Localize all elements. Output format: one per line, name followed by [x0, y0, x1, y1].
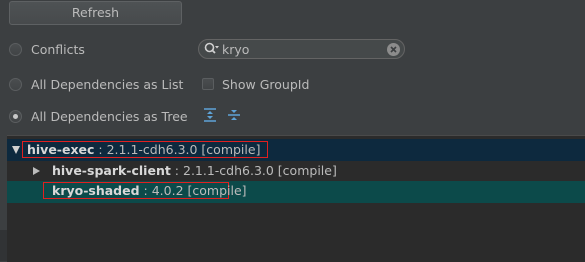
node-version: : 4.0.2 [compile]	[139, 183, 247, 198]
tree-option[interactable]: All Dependencies as Tree	[9, 106, 188, 126]
expand-all-icon[interactable]	[203, 108, 217, 122]
list-radio[interactable]	[9, 77, 22, 91]
collapse-all-icon[interactable]	[227, 108, 241, 122]
node-version: : 2.1.1-cdh6.3.0 [compile]	[94, 142, 261, 157]
tree-radio[interactable]	[9, 109, 22, 123]
tree-label: All Dependencies as Tree	[31, 108, 188, 124]
list-option[interactable]: All Dependencies as List	[9, 74, 183, 94]
show-groupid-label: Show GroupId	[222, 76, 310, 92]
search-input[interactable]: kryo	[222, 42, 387, 57]
show-groupid-checkbox[interactable]	[202, 78, 214, 90]
show-groupid-option[interactable]: Show GroupId	[202, 74, 309, 94]
tree-node-kryo-shaded[interactable]: kryo-shaded : 4.0.2 [compile]	[7, 181, 585, 203]
clear-search-icon[interactable]	[387, 42, 400, 56]
conflicts-radio[interactable]	[9, 42, 22, 56]
list-label: All Dependencies as List	[31, 76, 184, 92]
search-icon[interactable]	[204, 42, 220, 56]
refresh-button[interactable]: Refresh	[9, 1, 182, 25]
node-name: kryo-shaded	[52, 183, 140, 198]
conflicts-option[interactable]: Conflicts	[9, 39, 85, 59]
search-field[interactable]: kryo	[198, 39, 405, 59]
node-name: hive-exec	[27, 142, 95, 157]
collapsed-arrow-icon[interactable]	[33, 167, 40, 175]
node-version: : 2.1.1-cdh6.3.0 [compile]	[170, 163, 337, 178]
tree-node-hive-spark-client[interactable]: hive-spark-client : 2.1.1-cdh6.3.0 [comp…	[7, 160, 585, 182]
conflicts-label: Conflicts	[31, 41, 85, 57]
panel-edge	[0, 230, 7, 261]
tree-node-hive-exec[interactable]: hive-exec : 2.1.1-cdh6.3.0 [compile]	[7, 139, 585, 161]
node-name: hive-spark-client	[52, 163, 171, 178]
expand-arrow-icon[interactable]	[12, 146, 20, 154]
dependency-tree[interactable]: hive-exec : 2.1.1-cdh6.3.0 [compile] hiv…	[7, 135, 585, 262]
